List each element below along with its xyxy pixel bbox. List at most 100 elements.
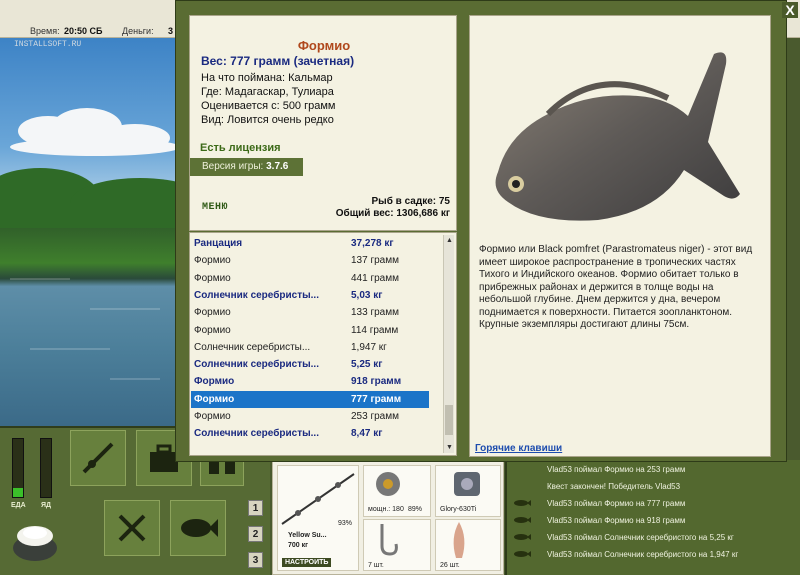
game-version-value: 3.7.6 bbox=[266, 161, 289, 172]
close-button[interactable]: X bbox=[782, 2, 798, 18]
chat-message-text: Vlad53 поймал Формио на 253 грамм bbox=[547, 464, 686, 474]
hotkeys-link[interactable]: Горячие клавиши bbox=[475, 443, 562, 454]
list-item[interactable]: Формио 777 грамм bbox=[191, 390, 429, 408]
scrollbar[interactable]: ▲ ▼ bbox=[443, 235, 454, 453]
chat-message-text: Vlad53 поймал Формио на 918 грамм bbox=[547, 515, 686, 525]
chat-message: Vlad53 поймал Формио на 777 грамм bbox=[513, 496, 685, 510]
fish-icon bbox=[514, 551, 531, 557]
fish-list-name: Формио bbox=[194, 272, 231, 284]
chat-message-text: Vlad53 поймал Солнечник серебристого на … bbox=[547, 532, 734, 542]
line-name: Glory-630Ti bbox=[440, 506, 477, 513]
scroll-up-icon[interactable]: ▲ bbox=[444, 235, 455, 246]
list-item[interactable]: Формио 918 грамм bbox=[191, 373, 429, 390]
fish-list-weight: 8,47 кг bbox=[351, 428, 383, 440]
water-ripple bbox=[110, 378, 160, 380]
reel-power: мощн.: 180 bbox=[368, 506, 404, 513]
list-item[interactable]: Солнечник серебристы... 5,03 кг bbox=[191, 287, 429, 304]
chat-message: Vlad53 поймал Формио на 918 грамм bbox=[513, 513, 685, 527]
fish-list-weight: 37,278 кг bbox=[351, 238, 394, 249]
list-item[interactable]: Ранцация 37,278 кг bbox=[191, 235, 429, 252]
fish-list-name: Формио bbox=[194, 411, 231, 422]
fish-list-weight: 253 грамм bbox=[351, 411, 399, 422]
keepnet-button[interactable] bbox=[170, 500, 226, 556]
fish-list-name: Солнечник серебристы... bbox=[194, 428, 319, 440]
valued-from-line: Оценивается с: 500 грамм bbox=[201, 100, 336, 112]
chat-message: Vlad53 поймал Солнечник серебристого на … bbox=[513, 530, 734, 544]
menu-button[interactable]: МЕНЮ bbox=[202, 202, 228, 213]
fish-list-weight: 777 грамм bbox=[351, 393, 402, 405]
location-line: Где: Мадагаскар, Тулиара bbox=[201, 86, 334, 98]
hook-count: 7 шт. bbox=[368, 562, 384, 569]
list-item[interactable]: Формио 133 грамм bbox=[191, 304, 429, 321]
chat-log[interactable]: Vlad53 поймал Формио на 253 грамм Квест … bbox=[505, 460, 800, 575]
fish-icon bbox=[514, 534, 531, 540]
fish-list-name: Формио bbox=[194, 376, 235, 388]
list-item[interactable]: Формио 253 грамм bbox=[191, 408, 429, 425]
hook-slot[interactable]: 7 шт. bbox=[363, 519, 431, 571]
page-button-2[interactable]: 2 bbox=[248, 526, 263, 542]
fish-list-name: Солнечник серебристы... bbox=[194, 289, 319, 301]
fish-list-weight: 5,25 кг bbox=[351, 359, 383, 371]
scroll-down-icon[interactable]: ▼ bbox=[444, 442, 455, 453]
fish-list-weight: 918 грамм bbox=[351, 376, 402, 388]
bait-pot-icon[interactable] bbox=[10, 518, 60, 562]
food-meter bbox=[12, 438, 24, 498]
fish-list-weight: 441 грамм bbox=[351, 272, 399, 284]
caught-on-line: На что поймана: Кальмар bbox=[201, 72, 333, 84]
bait-slot[interactable]: 26 шт. bbox=[435, 519, 501, 571]
scroll-thumb[interactable] bbox=[445, 405, 453, 435]
fish-icon bbox=[513, 482, 531, 490]
fish-icon bbox=[514, 517, 531, 523]
fish-list-name: Формио bbox=[194, 255, 231, 267]
keepnet-count: Рыб в садке: 75 bbox=[371, 196, 450, 207]
setup-button[interactable]: НАСТРОИТЬ bbox=[282, 558, 332, 567]
water-ripple bbox=[30, 348, 110, 350]
fish-list-weight: 133 грамм bbox=[351, 307, 399, 319]
list-item[interactable]: Солнечник серебристы... 1,947 кг bbox=[191, 339, 429, 356]
chat-message: Vlad53 поймал Формио на 253 грамм bbox=[513, 462, 685, 476]
fish-list-weight: 137 грамм bbox=[351, 255, 399, 267]
time-value: 20:50 СБ bbox=[64, 26, 103, 36]
hook-icon bbox=[380, 524, 398, 556]
rod-tool-button[interactable] bbox=[70, 430, 126, 486]
line-spool-icon bbox=[454, 472, 480, 496]
list-item[interactable]: Солнечник серебристы... 5,25 кг bbox=[191, 356, 429, 373]
list-item[interactable]: Формио 114 грамм bbox=[191, 322, 429, 339]
jungle-hill bbox=[70, 178, 188, 228]
fish-info-panel: Формио Вес: 777 грамм (зачетная) На что … bbox=[189, 15, 457, 231]
rod-name: Yellow Su... bbox=[288, 532, 327, 539]
fish-list-name: Формио bbox=[194, 307, 231, 319]
food-label: ЕДА bbox=[11, 502, 26, 509]
fish-image-panel: Формио или Black pomfret (Parastromateus… bbox=[469, 15, 771, 457]
list-item[interactable]: Солнечник серебристы... 8,47 кг bbox=[191, 425, 429, 442]
squid-bait-icon bbox=[453, 522, 465, 558]
poison-label: ЯД bbox=[41, 502, 52, 509]
fishing-scene[interactable] bbox=[0, 38, 188, 426]
rod-percent: 93% bbox=[338, 520, 353, 527]
chat-message-text: Vlad53 поймал Солнечник серебристого на … bbox=[547, 549, 739, 559]
rod-slot[interactable]: 93% Yellow Su... 700 кг НАСТРОИТЬ bbox=[277, 465, 359, 571]
page-button-1[interactable]: 1 bbox=[248, 500, 263, 516]
tackle-panel: 93% Yellow Su... 700 кг НАСТРОИТЬ мощн.:… bbox=[272, 460, 504, 575]
game-version: Версия игры: 3.7.6 bbox=[190, 158, 303, 176]
money-value: 3 bbox=[168, 26, 174, 36]
chat-message: Квест закончен! Победитель Vlad53 bbox=[513, 479, 680, 493]
money-label: Деньги: bbox=[122, 26, 154, 36]
fork-knife-icon bbox=[118, 514, 146, 542]
food-button[interactable] bbox=[104, 500, 160, 556]
fish-list-weight: 5,03 кг bbox=[351, 289, 383, 301]
fish-icon bbox=[181, 519, 218, 537]
page-button-3[interactable]: 3 bbox=[248, 552, 263, 568]
list-item[interactable]: Формио 137 грамм bbox=[191, 252, 429, 269]
caught-fish-list[interactable]: Ранцация 37,278 кг Формио 137 грамм Формио 44… bbox=[189, 232, 457, 456]
reel-slot[interactable]: мощн.: 180 89% bbox=[363, 465, 431, 517]
reel-icon bbox=[376, 472, 400, 496]
fish-weight: Вес: 777 грамм (зачетная) bbox=[201, 54, 355, 68]
fish-list-weight: 1,947 кг bbox=[351, 341, 387, 353]
bait-count: 26 шт. bbox=[440, 562, 460, 569]
fish-list-name: Солнечник серебристы... bbox=[194, 359, 319, 371]
line-slot[interactable]: Glory-630Ti bbox=[435, 465, 501, 517]
chat-message-text: Квест закончен! Победитель Vlad53 bbox=[547, 481, 681, 491]
list-item[interactable]: Формио 441 грамм bbox=[191, 270, 429, 287]
fish-description: Формио или Black pomfret (Parastromateus… bbox=[479, 244, 753, 330]
